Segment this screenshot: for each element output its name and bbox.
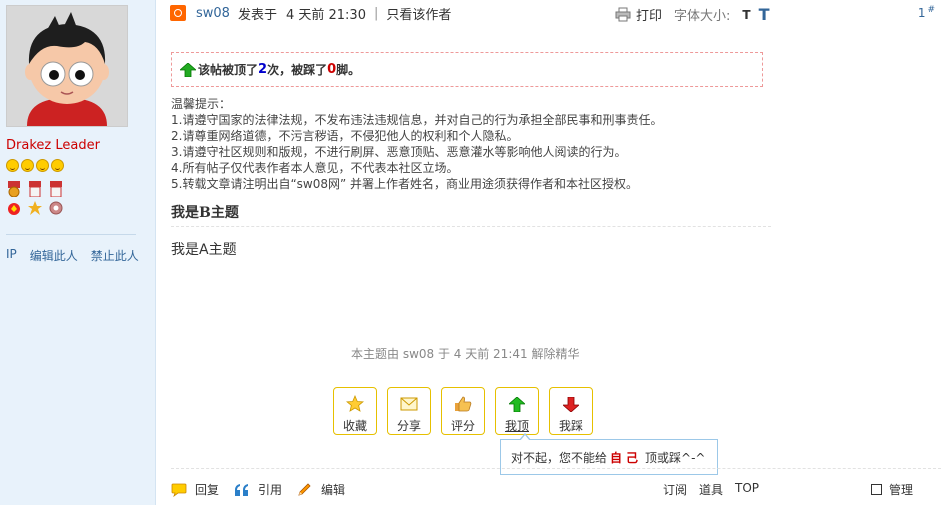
subscribe-link[interactable]: 订阅: [663, 481, 687, 498]
font-size-control: 字体大小: T T: [674, 5, 770, 24]
tooltip-emphasis: 自己: [610, 450, 643, 465]
print-button[interactable]: 打印: [615, 5, 662, 24]
user-level-icons: [6, 159, 64, 172]
up-vote-label: 我顶: [504, 419, 529, 433]
footer-divider: [171, 468, 941, 469]
post-time: 4 天前 21:30: [285, 7, 366, 23]
author-online-icon: [170, 5, 186, 21]
floor-number[interactable]: 1 #: [918, 5, 935, 20]
share-button[interactable]: 分享: [387, 387, 431, 435]
print-label: 打印: [636, 9, 663, 24]
notice-line: 1.请遵守国家的法律法规，不发布违法违规信息，并对自己的行为承担全部民事和刑事责…: [171, 113, 663, 127]
manage-label: 管理: [889, 483, 914, 497]
manage-checkbox[interactable]: [871, 484, 882, 495]
pencil-icon: [298, 482, 311, 496]
post-subject: 我是B主题: [171, 205, 239, 221]
tools-link[interactable]: 道具: [699, 481, 723, 498]
only-author-link[interactable]: 只看该作者: [386, 4, 451, 23]
notice-line: 4.所有帖子仅代表作者本人意见，不代表本社区立场。: [171, 161, 459, 175]
vote-summary-box: 该帖被顶了 2 次，被踩了 0 脚。: [171, 52, 763, 87]
edit-user-link[interactable]: 编辑此人: [30, 247, 78, 264]
up-vote-button[interactable]: 我顶: [495, 387, 539, 435]
green-up-arrow-icon: [508, 395, 526, 413]
rate-label: 评分: [450, 419, 475, 433]
floor-mark: #: [927, 5, 935, 15]
share-label: 分享: [396, 419, 421, 433]
font-large-button[interactable]: T: [759, 5, 770, 24]
quote-icon: [235, 483, 249, 496]
author-sidebar: Drakez Leader IP 编辑此人 禁止此人: [0, 0, 156, 505]
quote-label: 引用: [258, 483, 283, 497]
subject-divider: [171, 226, 771, 227]
medal-icon: [27, 201, 42, 215]
vote-denied-tooltip: 对不起，您不能给 自己 顶或踩^-^: [500, 433, 718, 475]
green-up-arrow-icon: [180, 62, 196, 77]
notice-line: 3.请遵守社区规则和版规，不进行刷屏、恶意顶贴、恶意灌水等影响他人阅读的行为。: [171, 145, 627, 159]
post-action-buttons: 收藏 分享 评分 我顶 我踩: [333, 387, 593, 435]
ban-user-link[interactable]: 禁止此人: [91, 247, 139, 264]
quote-button[interactable]: 引用: [234, 481, 282, 498]
posted-label: 发表于: [237, 7, 277, 23]
edit-button[interactable]: 编辑: [297, 481, 345, 498]
medal-icon: [28, 181, 41, 197]
thumbs-up-icon: [454, 395, 472, 413]
header-separator: |: [373, 5, 379, 21]
vote-text-3: 脚。: [336, 63, 361, 77]
up-count: 2: [258, 62, 268, 77]
font-size-label: 字体大小:: [674, 9, 731, 24]
cartoon-avatar-image: [7, 6, 127, 126]
reply-button[interactable]: 回复: [171, 481, 219, 498]
favorite-label: 收藏: [342, 419, 367, 433]
avatar[interactable]: [6, 5, 128, 127]
notice-title: 温馨提示：: [171, 97, 232, 111]
reply-label: 回复: [195, 483, 220, 497]
post-body: 我是A主题: [171, 242, 237, 258]
post-header: sw08 发表于 4 天前 21:30 | 只看该作者: [170, 4, 451, 23]
notice-line: 5.转载文章请注明出自“sw08网” 并署上作者姓名，商业用途须获得作者和本社区…: [171, 177, 639, 191]
manage-control[interactable]: 管理: [871, 481, 913, 498]
vote-text-1: 该帖被顶了: [198, 63, 259, 77]
star-icon: [346, 395, 364, 413]
user-medals: [6, 181, 66, 219]
sidebar-divider: [6, 234, 136, 235]
printer-icon: [615, 7, 631, 22]
favorite-button[interactable]: 收藏: [333, 387, 377, 435]
post-footer-actions: 回复 引用 编辑: [171, 481, 360, 498]
floor-value: 1: [917, 6, 926, 20]
medal-icon: [8, 203, 20, 215]
down-count: 0: [327, 62, 337, 77]
forum-notice: 温馨提示： 1.请遵守国家的法律法规，不发布违法违规信息，并对自己的行为承担全部…: [171, 96, 662, 192]
username[interactable]: Drakez Leader: [6, 138, 100, 153]
down-vote-button[interactable]: 我踩: [549, 387, 593, 435]
moderation-note: 本主题由 sw08 于 4 天前 21:41 解除精华: [351, 347, 580, 361]
smiley-level-icon: [21, 159, 34, 172]
post-author[interactable]: sw08: [196, 6, 230, 21]
smiley-level-icon: [6, 159, 19, 172]
envelope-icon: [400, 395, 418, 413]
smiley-level-icon: [51, 159, 64, 172]
top-link[interactable]: TOP: [735, 481, 759, 498]
font-small-button[interactable]: T: [742, 8, 750, 22]
author-admin-links: IP 编辑此人 禁止此人: [6, 247, 139, 264]
tooltip-prefix: 对不起，您不能给: [511, 450, 608, 465]
smiley-level-icon: [36, 159, 49, 172]
post-footer-links: 订阅 道具 TOP: [663, 481, 759, 498]
edit-label: 编辑: [321, 483, 346, 497]
ip-link[interactable]: IP: [6, 247, 17, 264]
vote-text-2: 次，被踩了: [267, 63, 328, 77]
speech-bubble-icon: [171, 483, 187, 497]
down-vote-label: 我踩: [558, 419, 583, 433]
red-down-arrow-icon: [562, 395, 580, 413]
rate-button[interactable]: 评分: [441, 387, 485, 435]
medal-icon: [8, 181, 20, 197]
tooltip-suffix: 顶或踩^-^: [645, 450, 706, 465]
medal-icon: [49, 181, 62, 197]
medal-icon: [49, 201, 63, 215]
notice-line: 2.请尊重网络道德，不污言秽语，不侵犯他人的权利和个人隐私。: [171, 129, 519, 143]
post-main: sw08 发表于 4 天前 21:30 | 只看该作者 打印 字体大小: T T…: [156, 0, 943, 505]
